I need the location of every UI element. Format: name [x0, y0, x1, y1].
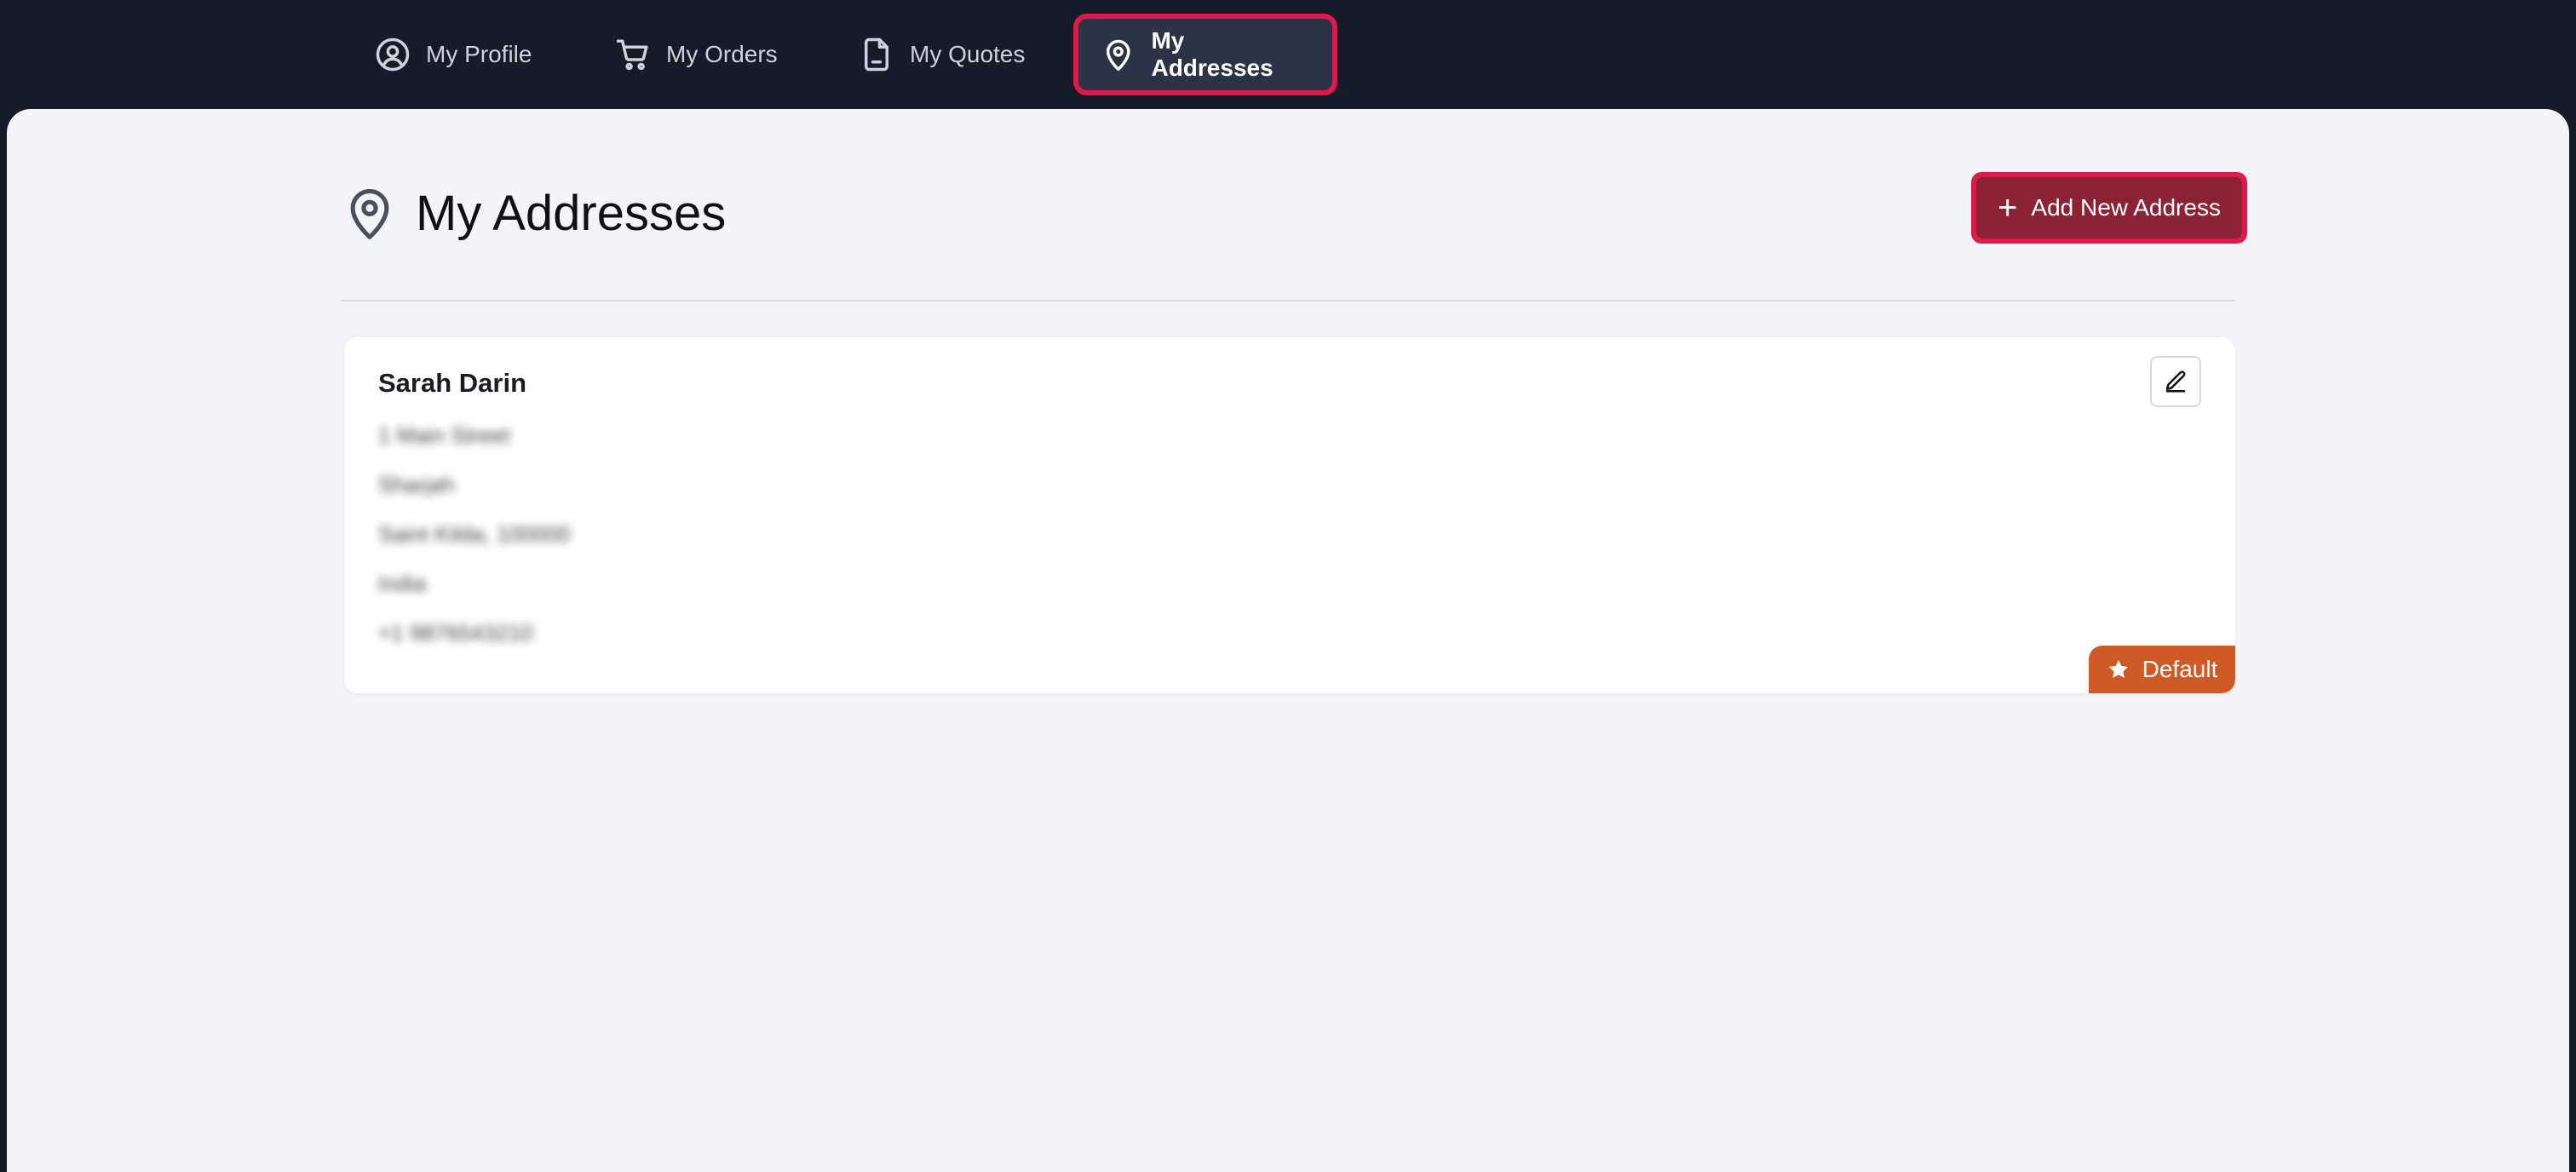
user-circle-icon: [376, 37, 410, 72]
divider: [341, 300, 2235, 302]
star-icon: [2108, 659, 2128, 678]
page-header: My Addresses + Add New Address: [341, 172, 2247, 279]
nav-my-profile[interactable]: My Profile: [353, 19, 554, 90]
main-panel: My Addresses + Add New Address Sarah Dar…: [7, 109, 2569, 1172]
nav-my-orders[interactable]: My Orders: [593, 19, 800, 90]
nav-label: My Orders: [666, 41, 778, 67]
address-line: Sharjah: [378, 472, 455, 497]
map-pin-icon: [1106, 39, 1130, 72]
address-name: Sarah Darin: [378, 368, 527, 398]
map-pin-icon: [350, 189, 389, 239]
nav-label: My Quotes: [910, 41, 1026, 67]
add-new-address-button[interactable]: + Add New Address: [1971, 172, 2247, 244]
cart-icon: [616, 39, 648, 71]
address-line: 1 Main Street: [378, 422, 510, 448]
page-title: My Addresses: [416, 185, 727, 241]
nav-label: My Profile: [426, 41, 532, 67]
top-nav: My Profile My Orders My Quotes My Addres…: [0, 0, 2576, 109]
address-line: +1 9876543210: [378, 620, 533, 646]
add-new-address-label: Add New Address: [2031, 194, 2221, 221]
pencil-icon: [2165, 371, 2186, 393]
plus-icon: +: [1998, 189, 2018, 227]
address-line: India: [378, 571, 427, 596]
address-line: Saint Kilda, 100000: [378, 521, 571, 547]
address-card: Sarah Darin 1 Main Street Sharjah Saint …: [344, 337, 2235, 693]
document-icon: [865, 37, 888, 72]
nav-label: My Addresses: [1151, 27, 1274, 81]
default-badge-label: Default: [2142, 656, 2218, 682]
nav-my-addresses[interactable]: My Addresses: [1073, 14, 1337, 95]
address-lines: 1 Main Street Sharjah Saint Kilda, 10000…: [378, 422, 571, 669]
edit-address-button[interactable]: [2150, 356, 2201, 407]
title-wrap: My Addresses: [341, 184, 726, 242]
nav-my-quotes[interactable]: My Quotes: [837, 19, 1047, 90]
default-badge: Default: [2089, 646, 2235, 693]
